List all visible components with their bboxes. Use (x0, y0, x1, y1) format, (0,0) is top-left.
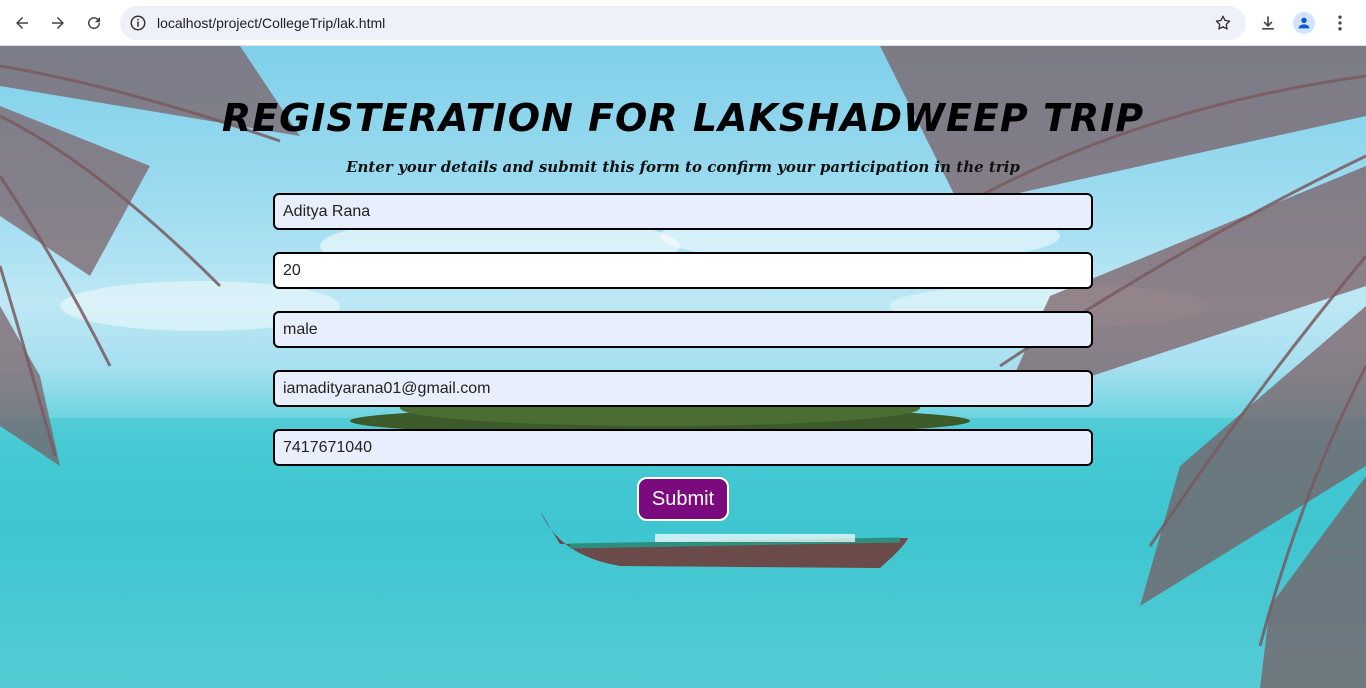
page-subtitle: Enter your details and submit this form … (346, 158, 1020, 176)
browser-toolbar: localhost/project/CollegeTrip/lak.html (0, 0, 1366, 46)
info-icon[interactable] (129, 14, 147, 32)
name-field[interactable] (273, 193, 1093, 230)
beach-background-image (0, 46, 1366, 688)
page-title: REGISTERATION FOR LAKSHADWEEP TRIP (221, 96, 1145, 140)
kebab-menu-icon[interactable] (1322, 5, 1358, 41)
email-field[interactable] (273, 370, 1093, 407)
forward-arrow-icon[interactable] (40, 5, 76, 41)
address-bar[interactable]: localhost/project/CollegeTrip/lak.html (120, 6, 1246, 40)
reload-icon[interactable] (76, 5, 112, 41)
page-background: REGISTERATION FOR LAKSHADWEEP TRIP Enter… (0, 46, 1366, 688)
profile-icon[interactable] (1286, 5, 1322, 41)
star-icon[interactable] (1214, 14, 1232, 32)
gender-field[interactable] (273, 311, 1093, 348)
url-text[interactable]: localhost/project/CollegeTrip/lak.html (157, 15, 385, 31)
download-icon[interactable] (1250, 5, 1286, 41)
back-arrow-icon[interactable] (4, 5, 40, 41)
age-field[interactable] (273, 252, 1093, 289)
phone-field[interactable] (273, 429, 1093, 466)
submit-button[interactable]: Submit (637, 477, 729, 521)
